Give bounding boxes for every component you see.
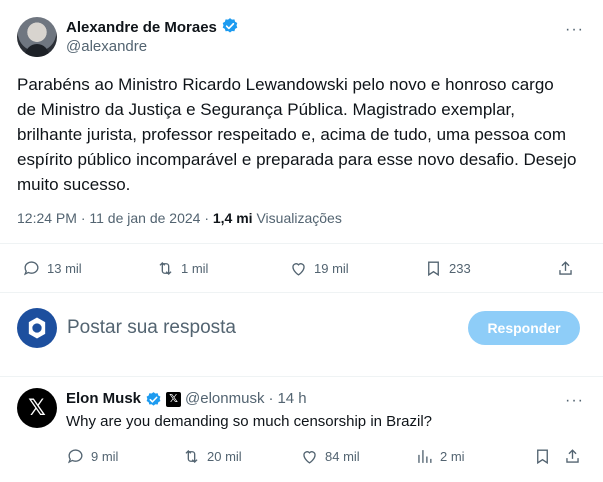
reply-bookmark-button[interactable] bbox=[533, 446, 552, 466]
like-count: 19 mil bbox=[314, 260, 349, 276]
divider bbox=[0, 243, 603, 244]
reply-text: Why are you demanding so much censorship… bbox=[66, 413, 433, 430]
reply-icon bbox=[67, 448, 83, 463]
reply-author-name[interactable]: Elon Musk bbox=[66, 389, 141, 409]
reply-header: Elon Musk 𝕏 @elonmusk · 14 h bbox=[66, 389, 307, 409]
reply-like-count: 84 mil bbox=[325, 448, 360, 464]
reply-icon bbox=[23, 260, 39, 275]
x-logo-icon: 𝕏 bbox=[28, 395, 46, 420]
verified-badge-icon bbox=[145, 391, 162, 408]
reply-views-button[interactable]: 2 mi bbox=[415, 446, 465, 466]
views-chart-icon bbox=[418, 449, 432, 463]
repost-icon bbox=[185, 449, 198, 463]
verified-badge-icon bbox=[221, 17, 239, 40]
author-name[interactable]: Alexandre de Moraes bbox=[66, 19, 217, 36]
reply-submit-button[interactable]: Responder bbox=[468, 311, 580, 345]
divider bbox=[0, 292, 603, 293]
reply-age[interactable]: 14 h bbox=[277, 389, 306, 409]
heart-icon bbox=[292, 262, 305, 276]
views-count: 1,4 mi bbox=[212, 210, 253, 226]
reply-reply-count: 9 mil bbox=[91, 448, 119, 464]
reply-reply-button[interactable]: 9 mil bbox=[66, 446, 118, 466]
reply-count: 13 mil bbox=[47, 260, 82, 276]
reply-action-button[interactable]: 13 mil bbox=[22, 258, 82, 278]
current-user-avatar[interactable] bbox=[17, 308, 57, 348]
share-button[interactable] bbox=[556, 258, 575, 278]
bookmark-action-button[interactable]: 233 bbox=[424, 258, 471, 278]
views-label: Visualizações bbox=[256, 210, 342, 226]
reply-share-button[interactable] bbox=[563, 446, 582, 466]
author-avatar[interactable] bbox=[17, 17, 57, 57]
reply-author-avatar[interactable]: 𝕏 bbox=[17, 388, 57, 428]
divider bbox=[0, 376, 603, 377]
tweet-meta: 12:24 PM · 11 de jan de 2024 · 1,4 mi Vi… bbox=[17, 208, 342, 228]
share-icon bbox=[559, 260, 572, 275]
user-logo-icon bbox=[28, 317, 46, 339]
reply-author-handle[interactable]: @elonmusk bbox=[185, 389, 264, 409]
more-options-icon[interactable]: ··· bbox=[565, 22, 584, 38]
bookmark-icon bbox=[537, 448, 548, 464]
author-handle[interactable]: @alexandre bbox=[66, 37, 147, 57]
heart-icon bbox=[303, 450, 316, 464]
reply-like-button[interactable]: 84 mil bbox=[300, 446, 360, 466]
repost-count: 1 mil bbox=[181, 260, 209, 276]
reply-repost-button[interactable]: 20 mil bbox=[182, 446, 242, 466]
reply-input[interactable]: Postar sua resposta bbox=[67, 316, 236, 340]
tweet-timestamp[interactable]: 12:24 PM · 11 de jan de 2024 · bbox=[17, 210, 213, 226]
repost-icon bbox=[159, 261, 172, 275]
bookmark-count: 233 bbox=[449, 260, 471, 276]
reply-separator: · bbox=[268, 390, 274, 407]
reply-views-count: 2 mi bbox=[440, 448, 465, 464]
repost-action-button[interactable]: 1 mil bbox=[156, 258, 208, 278]
like-action-button[interactable]: 19 mil bbox=[289, 258, 349, 278]
reply-more-options-icon[interactable]: ··· bbox=[565, 393, 584, 409]
bookmark-icon bbox=[428, 260, 439, 276]
reply-repost-count: 20 mil bbox=[207, 448, 242, 464]
share-icon bbox=[566, 448, 579, 463]
tweet-text: Parabéns ao Ministro Ricardo Lewandowski… bbox=[17, 75, 577, 194]
affiliate-x-badge-icon[interactable]: 𝕏 bbox=[166, 391, 182, 407]
